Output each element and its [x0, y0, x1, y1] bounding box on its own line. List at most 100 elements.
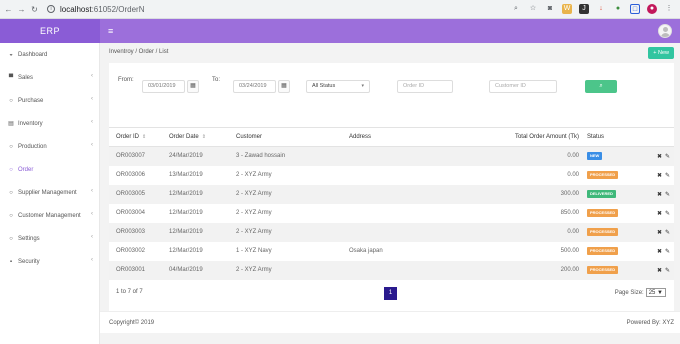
sidebar-item-security[interactable]: ▪ Security ‹ [0, 250, 99, 273]
address-bar[interactable]: i localhost:61052/OrderN [47, 5, 145, 14]
sidebar-item-dashboard[interactable]: ◒ Dashboard [0, 43, 99, 66]
column-header-label: Status [587, 134, 605, 140]
edit-icon[interactable]: ✎ [665, 268, 670, 274]
extension-icon[interactable]: □ [630, 4, 640, 14]
cell-address [348, 204, 440, 223]
extension-icon[interactable]: W [562, 4, 572, 14]
sidebar-item-inventory[interactable]: ▤ Inventory ‹ [0, 112, 99, 135]
hamburger-icon[interactable]: ≡ [108, 26, 113, 36]
table-row[interactable]: OR003001 04/Mar/2019 2 - XYZ Army 200.00 PRO… [109, 260, 674, 280]
cell-total-amount: 0.00 [567, 172, 579, 178]
star-icon[interactable]: ☆ [528, 4, 538, 14]
edit-icon[interactable]: ✎ [665, 211, 670, 217]
delete-icon[interactable]: ✖ [657, 268, 662, 274]
sidebar-item-settings[interactable]: ○ Settings ‹ [0, 227, 99, 250]
edit-icon[interactable]: ✎ [665, 173, 670, 179]
cell-order-id: OR003004 [116, 210, 146, 216]
table-row[interactable]: OR003005 12/Mar/2019 2 - XYZ Army 300.00 DEL… [109, 184, 674, 204]
page-button-current[interactable]: 1 [384, 287, 397, 300]
delete-icon[interactable]: ✖ [657, 173, 662, 179]
table-row[interactable]: OR003007 24/Mar/2019 3 - Zawad hossain 0.00… [109, 146, 674, 166]
cell-status: PROCESSED [583, 260, 637, 280]
edit-icon[interactable]: ✎ [665, 154, 670, 160]
forward-icon[interactable]: → [17, 5, 26, 14]
zoom-icon[interactable]: ⌕ [511, 4, 521, 14]
info-icon[interactable]: i [47, 5, 55, 13]
extension-icon[interactable]: ↓ [596, 4, 606, 14]
app-footer: Copyright© 2019 Powered By: XYZ [100, 311, 680, 333]
delete-icon[interactable]: ✖ [657, 192, 662, 198]
to-date-input[interactable]: 03/24/2019 [233, 80, 276, 93]
sidebar-item-label: Supplier Management [18, 189, 77, 196]
delete-icon[interactable]: ✖ [657, 230, 662, 236]
cell-actions: ✖ ✎ [637, 260, 674, 280]
customer-id-input[interactable]: Customer ID [489, 80, 557, 93]
cell-address [348, 166, 440, 185]
delete-icon[interactable]: ✖ [657, 154, 662, 160]
sidebar-item-supplier-management[interactable]: ○ Supplier Management ‹ [0, 181, 99, 204]
search-button[interactable]: ⌕ [585, 80, 617, 93]
extension-icon[interactable]: ● [613, 4, 623, 14]
cell-order-date: 12/Mar/2019 [169, 210, 203, 216]
sidebar-item-purchase[interactable]: ○ Purchase ‹ [0, 89, 99, 112]
circle-icon: ○ [9, 143, 13, 150]
status-select-value: All Status [312, 83, 336, 89]
status-badge: NEW [587, 152, 603, 161]
order-id-input[interactable]: Order ID [397, 80, 453, 93]
edit-icon[interactable]: ✎ [665, 249, 670, 255]
calendar-icon[interactable]: ▦ [278, 80, 290, 93]
column-header-total-amount: Total Order Amount (Tk) [440, 127, 583, 147]
profile-icon[interactable]: ● [647, 4, 657, 14]
table-row[interactable]: OR003002 12/Mar/2019 1 - XYZ Navy Osaka jap… [109, 242, 674, 261]
brand-logo[interactable]: ERP [0, 19, 100, 43]
cell-actions: ✖ ✎ [637, 242, 674, 261]
column-header-order-date[interactable]: Order Date ⇕ [168, 127, 235, 147]
column-header-actions [637, 127, 674, 147]
cell-actions: ✖ ✎ [637, 204, 674, 223]
sort-icon[interactable]: ⇕ [202, 134, 206, 140]
powered-by-text: Powered By: XYZ [626, 320, 674, 326]
cell-total-amount: 0.00 [440, 146, 583, 166]
cell-address [348, 260, 440, 280]
sidebar-item-sales[interactable]: ▀ Sales ‹ [0, 66, 99, 89]
column-header-status: Status [583, 127, 637, 147]
table-row[interactable]: OR003006 13/Mar/2019 2 - XYZ Army 0.00 PROCE… [109, 166, 674, 185]
sidebar-item-customer-management[interactable]: ○ Customer Management ‹ [0, 204, 99, 227]
sidebar-item-production[interactable]: ○ Production ‹ [0, 135, 99, 158]
column-header-address: Address [348, 127, 440, 147]
status-badge: PROCESSED [587, 171, 619, 179]
cell-order-date: 12/Mar/2019 [168, 184, 235, 204]
cell-address [348, 222, 440, 242]
column-header-order-id[interactable]: Order ID ⇕ [109, 127, 168, 147]
camera-icon[interactable]: ◙ [545, 4, 555, 14]
column-header-label: Order Date [169, 134, 199, 140]
status-badge: DELIVERED [587, 190, 616, 198]
sort-icon[interactable]: ⇕ [142, 134, 146, 140]
extension-icon[interactable]: J [579, 4, 589, 14]
cell-customer: 2 - XYZ Army [236, 172, 272, 178]
calendar-icon[interactable]: ▦ [187, 80, 199, 93]
reload-icon[interactable]: ↻ [30, 5, 39, 14]
edit-icon[interactable]: ✎ [665, 230, 670, 236]
sidebar-item-order[interactable]: ○ Order [0, 158, 99, 181]
column-header-label: Address [349, 134, 372, 140]
sidebar-item-label: Production [18, 143, 47, 150]
page-size-label: Page Size: [614, 290, 644, 296]
chevron-left-icon: ‹ [91, 96, 93, 102]
status-select[interactable]: All Status ▾ [306, 80, 370, 93]
table-row[interactable]: OR003003 12/Mar/2019 2 - XYZ Army 0.00 PROCE… [109, 222, 674, 242]
new-order-button[interactable]: + New [648, 47, 674, 59]
from-label: From: [118, 77, 134, 83]
from-date-input[interactable]: 03/01/2019 [142, 80, 185, 93]
cell-actions: ✖ ✎ [637, 166, 674, 185]
sidebar-item-label: Sales [18, 74, 34, 81]
circle-icon: ○ [9, 189, 13, 196]
table-row[interactable]: OR003004 12/Mar/2019 2 - XYZ Army 850.00 PRO… [109, 204, 674, 223]
delete-icon[interactable]: ✖ [657, 211, 662, 217]
back-icon[interactable]: ← [4, 5, 13, 14]
avatar[interactable] [658, 24, 672, 38]
more-icon[interactable]: ⋮ [664, 4, 674, 14]
edit-icon[interactable]: ✎ [665, 192, 670, 198]
delete-icon[interactable]: ✖ [657, 249, 662, 255]
page-size-select[interactable]: 25 ▼ [645, 288, 666, 297]
